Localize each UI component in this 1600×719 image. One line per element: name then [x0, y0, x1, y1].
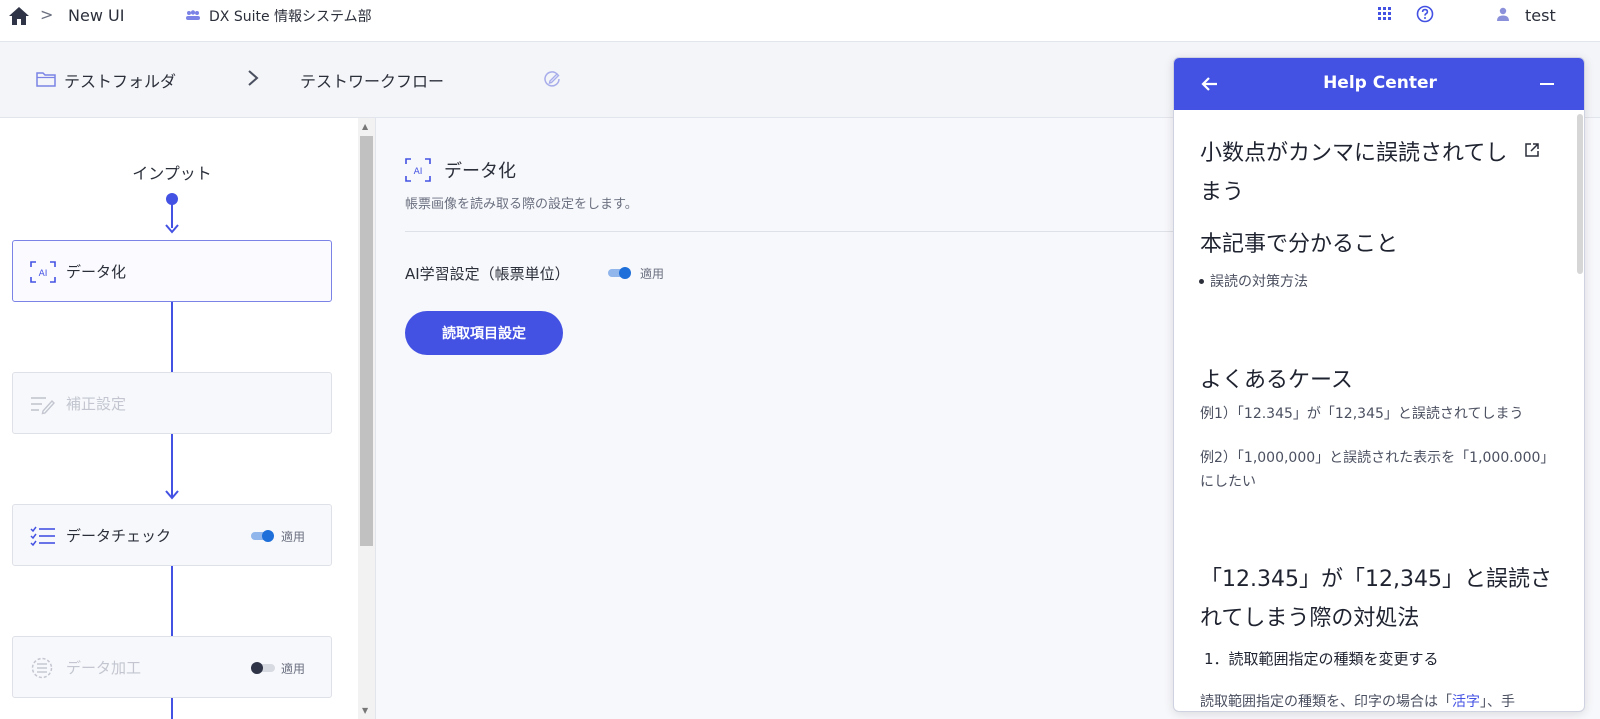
link-katsuji[interactable]: 活字 [1452, 694, 1480, 710]
section-title: よくあるケース [1200, 368, 1353, 393]
minimize-icon[interactable] [1540, 83, 1554, 85]
ai-icon: AI [30, 261, 56, 283]
top-bar: > New UI DX Suite 情報システム部 test [0, 0, 1600, 42]
svg-text:AI: AI [39, 269, 48, 279]
ai-learning-toggle[interactable] [608, 267, 632, 279]
org-icon [186, 10, 200, 20]
page-title: データ化 [444, 161, 516, 182]
example-text: 例1）「12.345」が「12,345」と誤読されてしまう [1200, 406, 1524, 422]
chevron-right-icon [248, 70, 259, 86]
folder-icon [36, 72, 56, 87]
checklist-icon [30, 526, 55, 547]
help-header: Help Center [1174, 58, 1584, 110]
flow-step-data-process[interactable]: データ加工 適用 [12, 636, 332, 698]
paragraph: 読取範囲指定の種類を、印字の場合は「活字」、手 [1200, 690, 1570, 711]
ai-learning-label: AI学習設定（帳票単位） [405, 265, 570, 283]
scroll-down-icon[interactable]: ▼ [362, 706, 368, 715]
external-link-icon[interactable] [1524, 142, 1540, 158]
help-article: 小数点がカンマに誤読されてしまう 本記事で分かること 誤読の対策方法 よくあるケ… [1174, 110, 1584, 711]
ai-icon: AI [405, 158, 431, 182]
correction-icon [31, 397, 55, 415]
divider [405, 231, 1205, 232]
breadcrumb-separator: > [40, 5, 54, 24]
input-label: インプット [132, 164, 212, 183]
text: 読取範囲指定の種類を、印字の場合は「 [1200, 694, 1452, 710]
step-label: データチェック [66, 527, 172, 545]
arrow-down-icon [165, 224, 179, 234]
user-name[interactable]: test [1525, 6, 1556, 25]
flow-step-data-extraction[interactable]: AI データ化 [12, 240, 332, 302]
scroll-thumb[interactable] [360, 136, 373, 546]
step-label: データ化 [66, 263, 127, 281]
svg-text:AI: AI [414, 167, 423, 177]
list-item: 誤読の対策方法 [1199, 271, 1308, 291]
input-dot [166, 193, 178, 205]
help-scroll-thumb[interactable] [1577, 114, 1583, 274]
apply-toggle[interactable] [251, 530, 275, 542]
app-name-link[interactable]: New UI [68, 6, 124, 25]
workflow-name: テストワークフロー [300, 72, 445, 91]
article-title: 小数点がカンマに誤読されてしまう [1200, 141, 1508, 205]
home-icon[interactable] [8, 6, 30, 26]
org-name[interactable]: DX Suite 情報システム部 [209, 6, 372, 26]
section-title: 「12.345」が「12,345」と誤読されてしまう際の対処法 [1200, 567, 1552, 631]
data-process-icon [31, 657, 53, 679]
apply-toggle[interactable] [251, 662, 275, 674]
help-center-panel: Help Center 小数点がカンマに誤読されてしまう 本記事で分かること 誤… [1173, 57, 1585, 712]
section-title: 本記事で分かること [1200, 232, 1399, 257]
folder-link[interactable]: テストフォルダ [64, 68, 176, 92]
toggle-label: 適用 [281, 530, 306, 544]
arrow-down-icon [165, 490, 179, 500]
reading-items-settings-button[interactable]: 読取項目設定 [405, 311, 563, 355]
flow-scrollbar[interactable]: ▲ ▼ [358, 118, 375, 719]
scroll-up-icon[interactable]: ▲ [362, 122, 368, 131]
toggle-label: 適用 [640, 267, 665, 281]
step-label: データ加工 [66, 659, 142, 677]
user-icon[interactable] [1496, 7, 1510, 21]
page-description: 帳票画像を読み取る際の設定をします。 [405, 197, 638, 212]
example-text: 例2）「1,000,000」と誤読された表示を「1,000.000」にしたい [1200, 450, 1555, 490]
flow-panel: インプット AI データ化 補正設定 データチェック 適用 データ加工 適用 [0, 118, 358, 719]
subsection-title: 1．読取範囲指定の種類を変更する [1204, 650, 1439, 668]
text: 」、手 [1480, 694, 1515, 710]
toggle-label: 適用 [281, 662, 306, 676]
edit-icon[interactable] [543, 70, 561, 88]
flow-step-data-check[interactable]: データチェック 適用 [12, 504, 332, 566]
apps-grid-icon[interactable] [1378, 7, 1391, 20]
help-title: Help Center [1323, 73, 1437, 93]
step-label: 補正設定 [66, 395, 127, 413]
help-icon[interactable] [1416, 5, 1434, 23]
flow-step-correction[interactable]: 補正設定 [12, 372, 332, 434]
